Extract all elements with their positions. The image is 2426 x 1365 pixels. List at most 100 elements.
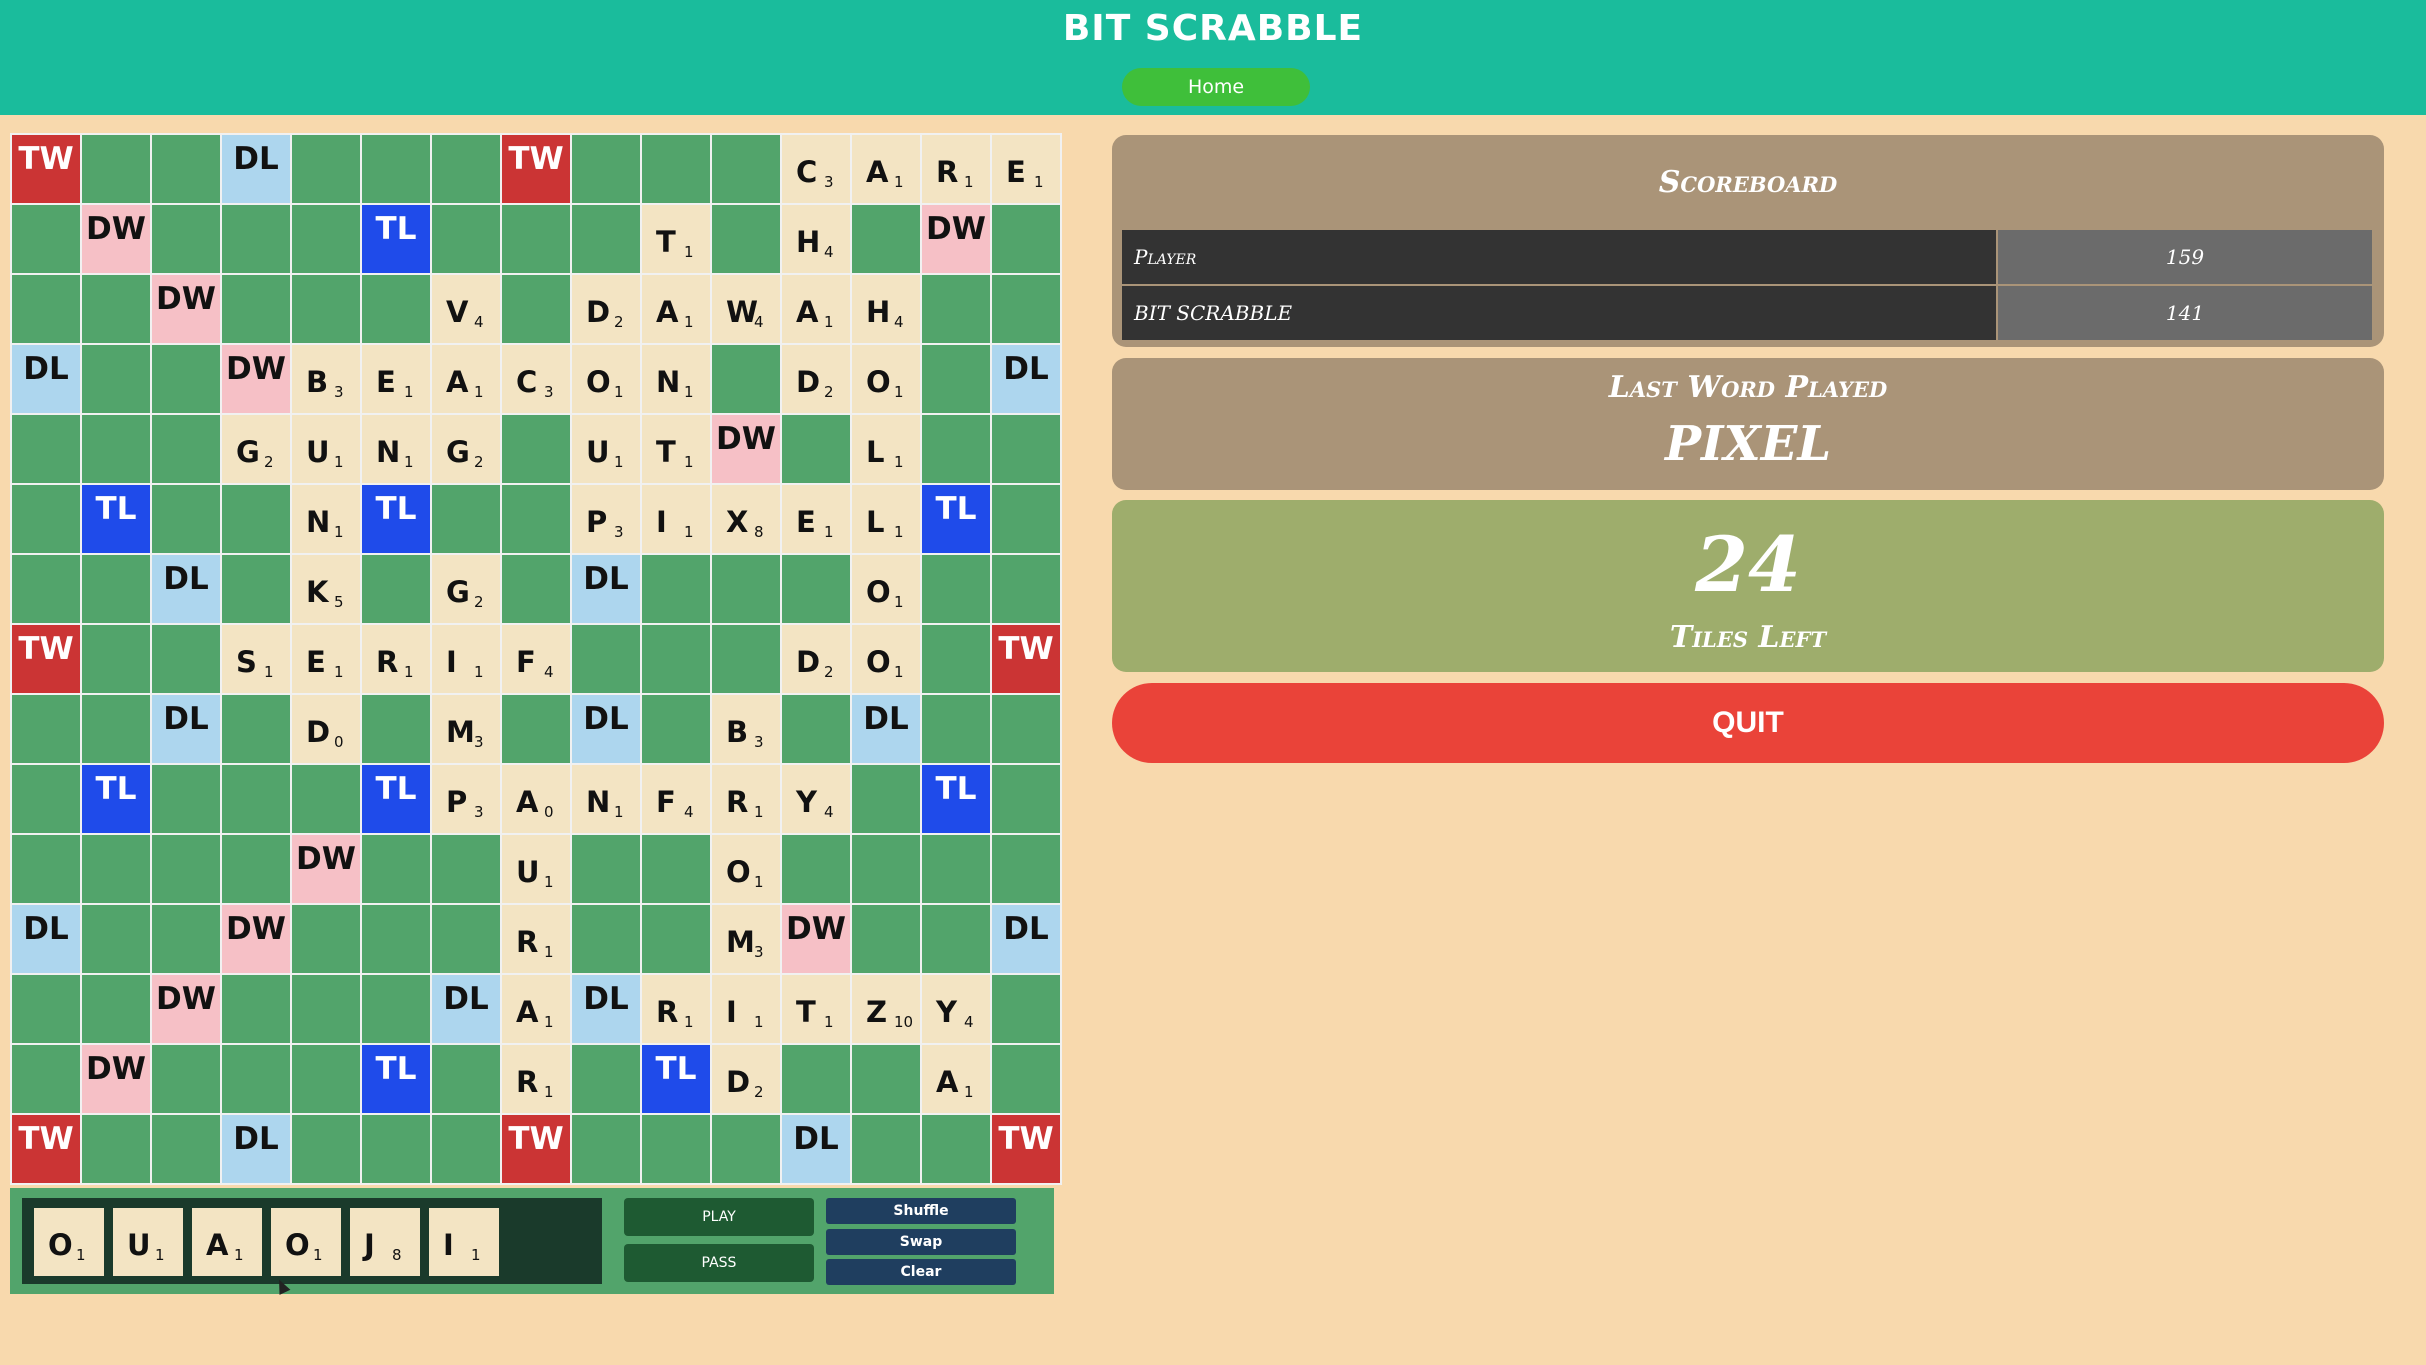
- board-square[interactable]: [152, 835, 220, 903]
- premium-square-dl[interactable]: DL: [432, 975, 500, 1043]
- board-square[interactable]: [922, 1115, 990, 1183]
- board-square[interactable]: [362, 555, 430, 623]
- board-tile[interactable]: G2: [222, 415, 290, 483]
- board-square[interactable]: [572, 835, 640, 903]
- quit-button[interactable]: QUIT: [1112, 683, 2384, 763]
- board-square[interactable]: [572, 205, 640, 273]
- rack-tile[interactable]: J8: [350, 1208, 420, 1276]
- premium-square-dl[interactable]: DL: [572, 555, 640, 623]
- board-square[interactable]: [782, 1045, 850, 1113]
- board-tile[interactable]: O1: [852, 555, 920, 623]
- board-square[interactable]: [992, 485, 1060, 553]
- board-square[interactable]: [992, 975, 1060, 1043]
- premium-square-dl[interactable]: DL: [12, 345, 80, 413]
- board-tile[interactable]: I1: [642, 485, 710, 553]
- board-tile[interactable]: N1: [642, 345, 710, 413]
- board-square[interactable]: [222, 555, 290, 623]
- play-button[interactable]: PLAY: [624, 1198, 814, 1236]
- premium-square-tw[interactable]: TW: [12, 135, 80, 203]
- board-square[interactable]: [572, 625, 640, 693]
- board-tile[interactable]: I1: [712, 975, 780, 1043]
- board-tile[interactable]: P3: [572, 485, 640, 553]
- board-square[interactable]: [782, 835, 850, 903]
- premium-square-dl[interactable]: DL: [992, 345, 1060, 413]
- board-square[interactable]: [152, 415, 220, 483]
- board-tile[interactable]: R1: [502, 1045, 570, 1113]
- premium-square-dw[interactable]: DW: [82, 1045, 150, 1113]
- premium-square-tw[interactable]: TW: [992, 1115, 1060, 1183]
- premium-square-dl[interactable]: DL: [782, 1115, 850, 1183]
- premium-square-dl[interactable]: DL: [152, 695, 220, 763]
- board-tile[interactable]: Z 10: [852, 975, 920, 1043]
- board-square[interactable]: [922, 555, 990, 623]
- premium-square-tl[interactable]: TL: [922, 485, 990, 553]
- pass-button[interactable]: PASS: [624, 1244, 814, 1282]
- board-square[interactable]: [502, 555, 570, 623]
- board-tile[interactable]: A0: [502, 765, 570, 833]
- board-tile[interactable]: A1: [782, 275, 850, 343]
- board-square[interactable]: [432, 1115, 500, 1183]
- board-square[interactable]: [362, 905, 430, 973]
- board-square[interactable]: [362, 695, 430, 763]
- premium-square-dw[interactable]: DW: [712, 415, 780, 483]
- board-tile[interactable]: H4: [852, 275, 920, 343]
- board-square[interactable]: [152, 135, 220, 203]
- board-tile[interactable]: C3: [502, 345, 570, 413]
- board-square[interactable]: [292, 975, 360, 1043]
- board-tile[interactable]: A1: [642, 275, 710, 343]
- board-tile[interactable]: U1: [572, 415, 640, 483]
- board-square[interactable]: [432, 905, 500, 973]
- shuffle-button[interactable]: Shuffle: [826, 1198, 1016, 1224]
- board-square[interactable]: [152, 345, 220, 413]
- premium-square-dl[interactable]: DL: [222, 1115, 290, 1183]
- board-square[interactable]: [12, 835, 80, 903]
- board-tile[interactable]: C3: [782, 135, 850, 203]
- board-tile[interactable]: D2: [712, 1045, 780, 1113]
- board-square[interactable]: [922, 625, 990, 693]
- board-tile[interactable]: E1: [992, 135, 1060, 203]
- premium-square-tw[interactable]: TW: [502, 1115, 570, 1183]
- premium-square-dw[interactable]: DW: [152, 275, 220, 343]
- board-square[interactable]: [572, 1115, 640, 1183]
- board-tile[interactable]: E1: [782, 485, 850, 553]
- premium-square-tl[interactable]: TL: [642, 1045, 710, 1113]
- board-square[interactable]: [712, 1115, 780, 1183]
- board-square[interactable]: [642, 835, 710, 903]
- board-square[interactable]: [852, 205, 920, 273]
- rack-tile[interactable]: O1: [34, 1208, 104, 1276]
- board-square[interactable]: [292, 765, 360, 833]
- premium-square-dw[interactable]: DW: [82, 205, 150, 273]
- board-tile[interactable]: S1: [222, 625, 290, 693]
- board-square[interactable]: [362, 835, 430, 903]
- board-tile[interactable]: D0: [292, 695, 360, 763]
- board-tile[interactable]: O1: [712, 835, 780, 903]
- board-square[interactable]: [292, 275, 360, 343]
- board-square[interactable]: [82, 555, 150, 623]
- board-tile[interactable]: N1: [572, 765, 640, 833]
- board-square[interactable]: [852, 905, 920, 973]
- premium-square-tl[interactable]: TL: [82, 765, 150, 833]
- premium-square-dl[interactable]: DL: [222, 135, 290, 203]
- board-square[interactable]: [82, 275, 150, 343]
- board-square[interactable]: [222, 205, 290, 273]
- board-tile[interactable]: O1: [852, 625, 920, 693]
- board-square[interactable]: [502, 275, 570, 343]
- board-square[interactable]: [292, 205, 360, 273]
- board-square[interactable]: [82, 905, 150, 973]
- board-square[interactable]: [922, 695, 990, 763]
- board-tile[interactable]: H4: [782, 205, 850, 273]
- board-tile[interactable]: E1: [292, 625, 360, 693]
- board-tile[interactable]: B3: [292, 345, 360, 413]
- board-square[interactable]: [152, 205, 220, 273]
- board-square[interactable]: [642, 695, 710, 763]
- premium-square-tw[interactable]: TW: [502, 135, 570, 203]
- premium-square-tl[interactable]: TL: [82, 485, 150, 553]
- board-square[interactable]: [152, 485, 220, 553]
- board-square[interactable]: [362, 135, 430, 203]
- premium-square-dl[interactable]: DL: [992, 905, 1060, 973]
- board-square[interactable]: [152, 1045, 220, 1113]
- board-tile[interactable]: L1: [852, 415, 920, 483]
- board-tile[interactable]: D2: [572, 275, 640, 343]
- board-square[interactable]: [222, 485, 290, 553]
- premium-square-dl[interactable]: DL: [12, 905, 80, 973]
